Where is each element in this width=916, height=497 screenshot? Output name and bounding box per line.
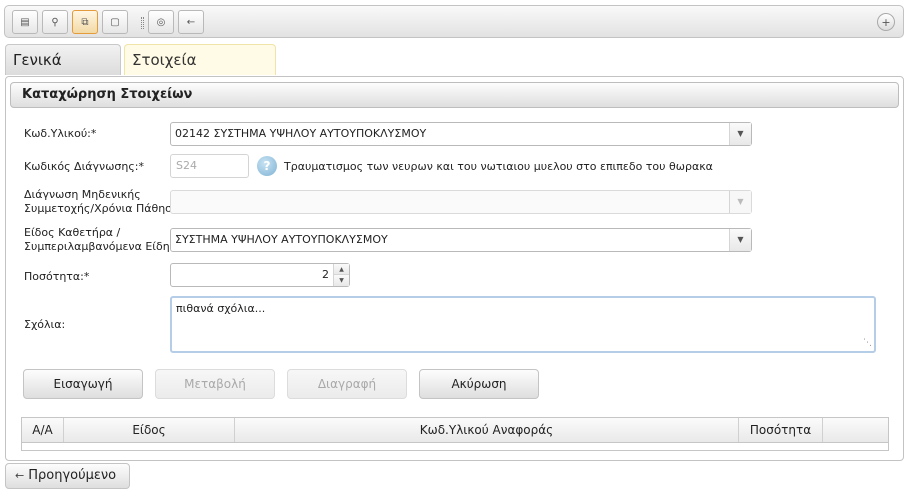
column-header-aa[interactable]: Α/Α — [22, 418, 64, 442]
back-arrow-icon[interactable]: ← — [178, 10, 204, 34]
save-icon[interactable]: ▤ — [12, 10, 38, 34]
chevron-down-icon[interactable]: ▼ — [729, 229, 751, 251]
zero-participation-label-line2: Συμμετοχής/Χρόνια Πάθηση — [24, 202, 180, 215]
column-header-reference-code[interactable]: Κωδ.Υλικού Αναφοράς — [235, 418, 739, 442]
catheter-type-select[interactable]: ΣΥΣΤΗΜΑ ΥΨΗΛΟΥ ΑΥΤΟΥΠΟΚΛΥΣΜΟΥ ▼ — [170, 228, 752, 252]
delete-button[interactable]: Διαγραφή — [287, 369, 407, 399]
quantity-spin-buttons: ▲ ▼ — [333, 264, 349, 286]
help-icon[interactable]: ? — [257, 156, 277, 176]
quantity-label: Ποσότητα:* — [24, 270, 90, 283]
spin-up-icon[interactable]: ▲ — [334, 264, 349, 275]
comments-textarea[interactable]: πιθανά σχόλια... ⋱ — [170, 296, 876, 353]
items-table: Α/Α Είδος Κωδ.Υλικού Αναφοράς Ποσότητα — [21, 417, 889, 451]
toolbar-separator — [141, 17, 144, 29]
left-arrow-icon: ← — [15, 469, 25, 482]
previous-label: Προηγούμενο — [28, 468, 117, 483]
comments-value: πιθανά σχόλια... — [176, 302, 266, 315]
zero-participation-select[interactable]: ▼ — [170, 190, 752, 214]
panel-title: Καταχώρηση Στοιχείων — [10, 82, 899, 108]
insert-button[interactable]: Εισαγωγή — [23, 369, 143, 399]
toolbar: ▤ ⚲ ⧉ ▢ ◎ ← + — [4, 5, 904, 38]
diagnosis-code-input[interactable]: S24 — [170, 154, 249, 178]
material-code-select[interactable]: 02142 ΣΥΣΤΗΜΑ ΥΨΗΛΟΥ ΑΥΤΟΥΠΟΚΛΥΣΜΟΥ ▼ — [170, 122, 752, 146]
cancel-button[interactable]: Ακύρωση — [419, 369, 539, 399]
quantity-value: 2 — [322, 268, 329, 281]
lightbulb-icon[interactable]: ◎ — [148, 10, 174, 34]
table-header: Α/Α Είδος Κωδ.Υλικού Αναφοράς Ποσότητα — [22, 418, 888, 443]
resize-grip-icon[interactable]: ⋱ — [863, 336, 872, 350]
new-document-icon[interactable]: ▢ — [102, 10, 128, 34]
plus-circle-icon[interactable]: + — [877, 13, 895, 31]
tab-general-info[interactable]: Γενικά Στοιχεία — [5, 44, 121, 100]
modify-button[interactable]: Μεταβολή — [155, 369, 275, 399]
quantity-stepper[interactable]: 2 ▲ ▼ — [170, 263, 350, 287]
zero-participation-label: Διάγνωση Μηδενικής Συμμετοχής/Χρόνια Πάθ… — [24, 188, 179, 216]
comments-label: Σχόλια: — [24, 318, 66, 331]
chevron-down-icon[interactable]: ▼ — [729, 123, 751, 145]
search-icon[interactable]: ⚲ — [42, 10, 68, 34]
material-code-value: 02142 ΣΥΣΤΗΜΑ ΥΨΗΛΟΥ ΑΥΤΟΥΠΟΚΛΥΣΜΟΥ — [175, 127, 427, 140]
catheter-type-value: ΣΥΣΤΗΜΑ ΥΨΗΛΟΥ ΑΥΤΟΥΠΟΚΛΥΣΜΟΥ — [175, 233, 388, 246]
diagnosis-description: Τραυματισμος των νευρων και του νωτιαιου… — [284, 160, 713, 173]
chevron-down-icon[interactable]: ▼ — [729, 191, 751, 213]
tab-catheter-info[interactable]: Στοιχεία Καθετήρων — [124, 44, 276, 100]
zero-participation-label-line1: Διάγνωση Μηδενικής — [24, 188, 141, 201]
material-code-label: Κωδ.Υλικού:* — [24, 127, 97, 140]
column-header-actions — [823, 418, 888, 442]
catheter-type-label-line1: Είδος Καθετήρα / — [24, 226, 121, 239]
spin-down-icon[interactable]: ▼ — [334, 275, 349, 286]
catheter-type-label-line2: Συμπεριλαμβανόμενα Είδη:* — [24, 240, 179, 253]
diagnosis-code-label: Κωδικός Διάγνωσης:* — [24, 160, 145, 173]
catheter-type-label: Είδος Καθετήρα / Συμπεριλαμβανόμενα Είδη… — [24, 226, 179, 254]
previous-button[interactable]: ← Προηγούμενο — [5, 463, 130, 489]
column-header-type[interactable]: Είδος — [64, 418, 235, 442]
table-body — [22, 443, 888, 450]
column-header-quantity[interactable]: Ποσότητα — [739, 418, 823, 442]
entry-panel: Καταχώρηση Στοιχείων Κωδ.Υλικού:* 02142 … — [5, 76, 904, 461]
copy-icon[interactable]: ⧉ — [72, 10, 98, 34]
